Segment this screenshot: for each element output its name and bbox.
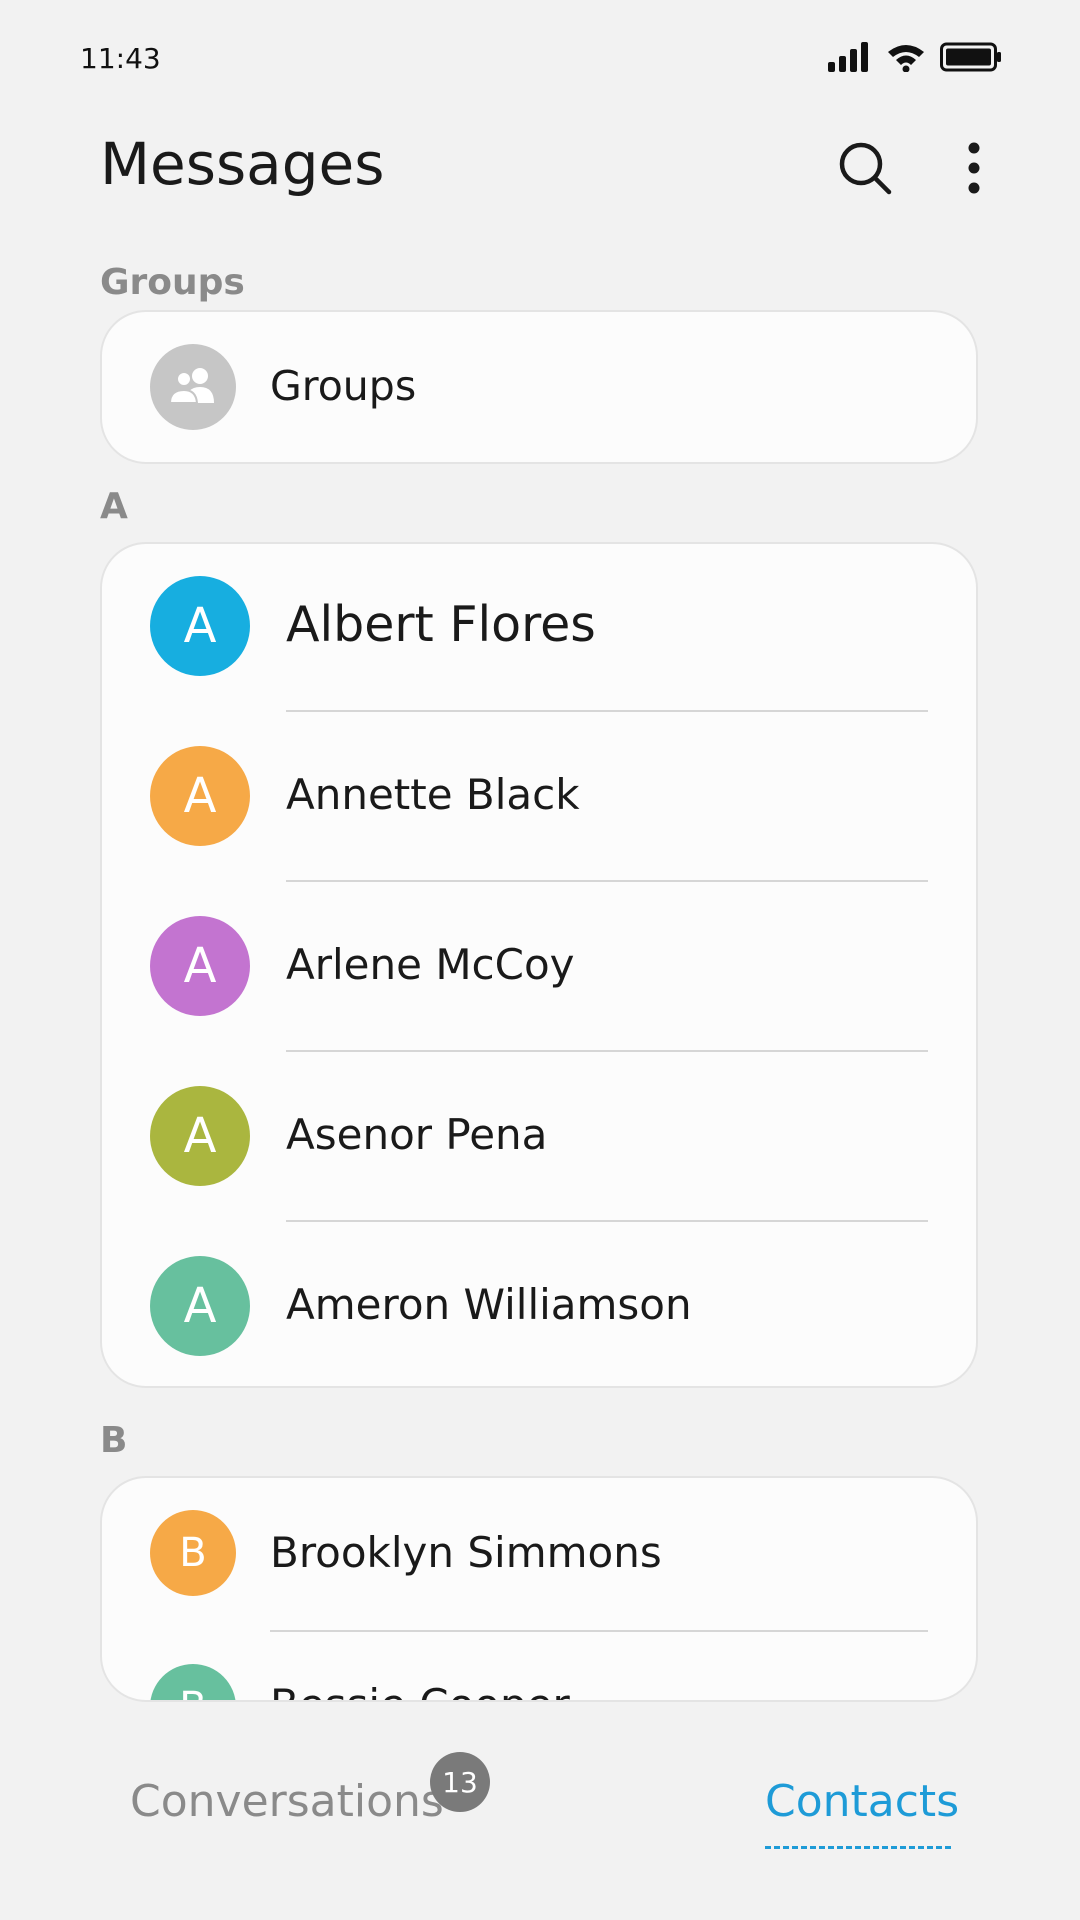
contacts-card-b: B Brooklyn Simmons B Bessie Cooper: [100, 1476, 978, 1702]
section-label-a: A: [100, 486, 128, 527]
section-label-groups: Groups: [100, 262, 245, 303]
contact-name: Arlene McCoy: [286, 940, 575, 989]
contact-avatar: A: [150, 576, 250, 676]
search-icon: [837, 140, 893, 200]
page-title: Messages: [100, 130, 385, 198]
contact-row[interactable]: B Bessie Cooper: [102, 1632, 976, 1700]
contact-name: Ameron Williamson: [286, 1280, 692, 1329]
more-vertical-icon: [964, 142, 984, 198]
status-bar: 11:43: [0, 0, 1080, 120]
contact-initial: B: [179, 1530, 207, 1576]
unread-count-badge: 13: [430, 1752, 490, 1812]
contact-initial: B: [179, 1684, 206, 1700]
contact-avatar: A: [150, 916, 250, 1016]
signal-icon: [828, 42, 872, 76]
contact-row[interactable]: A Albert Flores: [102, 544, 976, 712]
search-button[interactable]: [835, 140, 895, 200]
contact-avatar: A: [150, 746, 250, 846]
contact-row[interactable]: B Brooklyn Simmons: [102, 1478, 976, 1628]
more-options-button[interactable]: [944, 140, 1004, 200]
contact-name: Annette Black: [286, 770, 580, 819]
tab-contacts[interactable]: Contacts: [765, 1776, 959, 1827]
status-icons: [828, 42, 1002, 76]
battery-icon: [940, 42, 1002, 76]
groups-avatar: [150, 344, 236, 430]
tab-conversations[interactable]: Conversations: [130, 1776, 444, 1827]
contact-row[interactable]: A Arlene McCoy: [102, 882, 976, 1050]
contact-name: Bessie Cooper: [270, 1680, 570, 1700]
contact-initial: A: [183, 768, 217, 824]
groups-card: Groups: [100, 310, 978, 464]
contact-initial: A: [183, 1278, 217, 1334]
contact-name: Asenor Pena: [286, 1110, 548, 1159]
contact-initial: A: [183, 1108, 217, 1164]
people-icon: [167, 365, 219, 409]
contact-avatar: A: [150, 1086, 250, 1186]
contact-name: Brooklyn Simmons: [270, 1528, 662, 1577]
contact-avatar: B: [150, 1510, 236, 1596]
contact-row[interactable]: A Asenor Pena: [102, 1052, 976, 1220]
contact-avatar: B: [150, 1664, 236, 1700]
tab-contacts-indicator: [765, 1846, 951, 1849]
contact-avatar: A: [150, 1256, 250, 1356]
groups-row[interactable]: Groups: [102, 312, 976, 462]
wifi-icon: [886, 42, 926, 76]
contact-initial: A: [183, 938, 217, 994]
contact-name: Albert Flores: [286, 596, 596, 653]
status-time: 11:43: [80, 42, 161, 75]
messages-contacts-screen: 11:43 Messages Groups Groups A A Albert …: [0, 0, 1080, 1920]
groups-row-label: Groups: [270, 362, 417, 410]
contact-initial: A: [183, 598, 217, 654]
contact-row[interactable]: A Annette Black: [102, 712, 976, 880]
contact-row[interactable]: A Ameron Williamson: [102, 1222, 976, 1386]
contacts-card-a: A Albert Flores A Annette Black A Arlene…: [100, 542, 978, 1388]
section-label-b: B: [100, 1420, 128, 1461]
